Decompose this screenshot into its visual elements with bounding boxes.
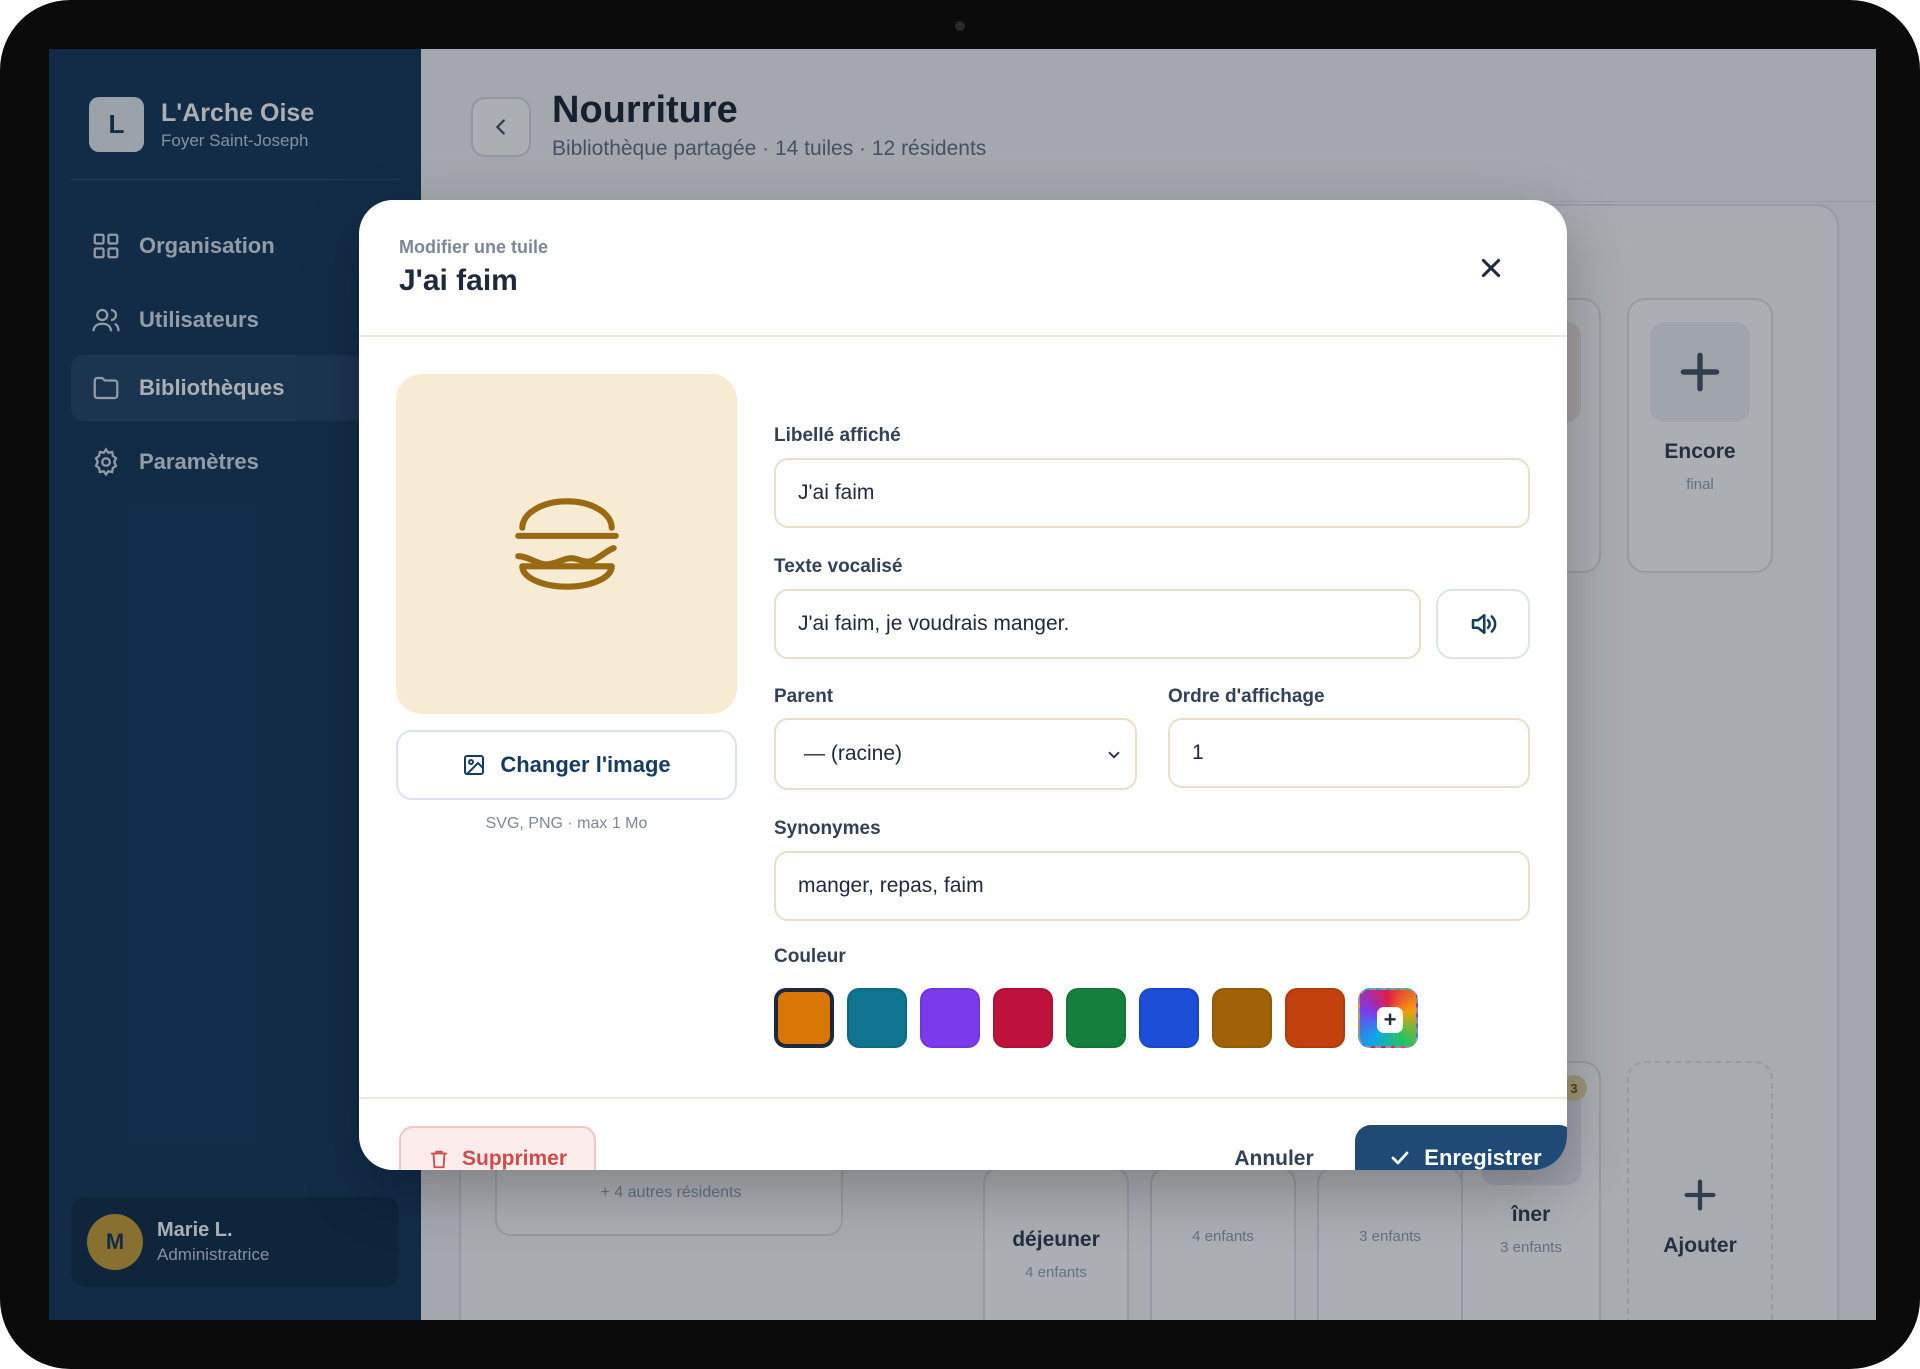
color-swatch[interactable]	[1212, 988, 1272, 1048]
image-icon	[464, 755, 485, 775]
modal-kicker: Modifier une tuile	[399, 237, 549, 257]
plus-icon: +	[1377, 1007, 1403, 1033]
trash-icon	[430, 1150, 448, 1168]
speaker-icon	[1471, 614, 1497, 634]
color-swatch[interactable]	[1139, 988, 1199, 1048]
label-field[interactable]	[774, 458, 1530, 528]
label-field-label: Libellé affiché	[774, 425, 901, 446]
change-image-label: Changer l'image	[500, 752, 671, 777]
change-image-button[interactable]: Changer l'image	[396, 730, 737, 800]
color-swatch[interactable]	[1285, 988, 1345, 1048]
tile-image-preview	[396, 374, 737, 714]
modal-title: J'ai faim	[399, 264, 518, 297]
image-hint: SVG, PNG · max 1 Mo	[485, 815, 648, 832]
spoken-text-label: Texte vocalisé	[774, 556, 903, 577]
parent-select-value: — (racine)	[804, 742, 903, 765]
spoken-text-field[interactable]	[774, 589, 1421, 659]
save-label: Enregistrer	[1424, 1145, 1542, 1170]
color-swatch[interactable]	[920, 988, 980, 1048]
cancel-button[interactable]: Annuler	[1214, 1126, 1334, 1170]
color-swatches: +	[774, 988, 1431, 1048]
modal-divider-bottom	[359, 1097, 1567, 1099]
parent-select[interactable]: — (racine)	[774, 718, 1137, 790]
synonyms-label: Synonymes	[774, 818, 881, 839]
color-swatch[interactable]	[774, 988, 834, 1048]
color-label: Couleur	[774, 946, 846, 967]
display-order-field[interactable]	[1168, 718, 1530, 788]
save-button[interactable]: Enregistrer	[1355, 1125, 1567, 1170]
synonyms-field[interactable]	[774, 851, 1530, 921]
close-button[interactable]	[1471, 248, 1511, 288]
color-swatch[interactable]	[1066, 988, 1126, 1048]
modal-divider-top	[359, 335, 1567, 337]
check-icon	[1391, 1151, 1409, 1165]
chevron-down-icon	[1108, 751, 1120, 759]
burger-icon	[514, 498, 619, 590]
delete-label: Supprimer	[461, 1146, 568, 1170]
color-swatch[interactable]	[847, 988, 907, 1048]
app-screen: L L'Arche Oise Foyer Saint-Joseph Organi…	[49, 49, 1876, 1320]
delete-button[interactable]: Supprimer	[399, 1126, 596, 1170]
parent-label: Parent	[774, 686, 834, 707]
display-order-label: Ordre d'affichage	[1168, 686, 1325, 707]
play-audio-button[interactable]	[1436, 589, 1530, 659]
custom-color-button[interactable]: +	[1358, 988, 1418, 1048]
camera-dot	[955, 21, 965, 31]
tablet-frame: L L'Arche Oise Foyer Saint-Joseph Organi…	[0, 0, 1920, 1369]
color-swatch[interactable]	[993, 988, 1053, 1048]
close-icon	[1481, 258, 1501, 278]
edit-tile-modal: Modifier une tuile J'ai faim Changer l'i…	[359, 200, 1567, 1170]
